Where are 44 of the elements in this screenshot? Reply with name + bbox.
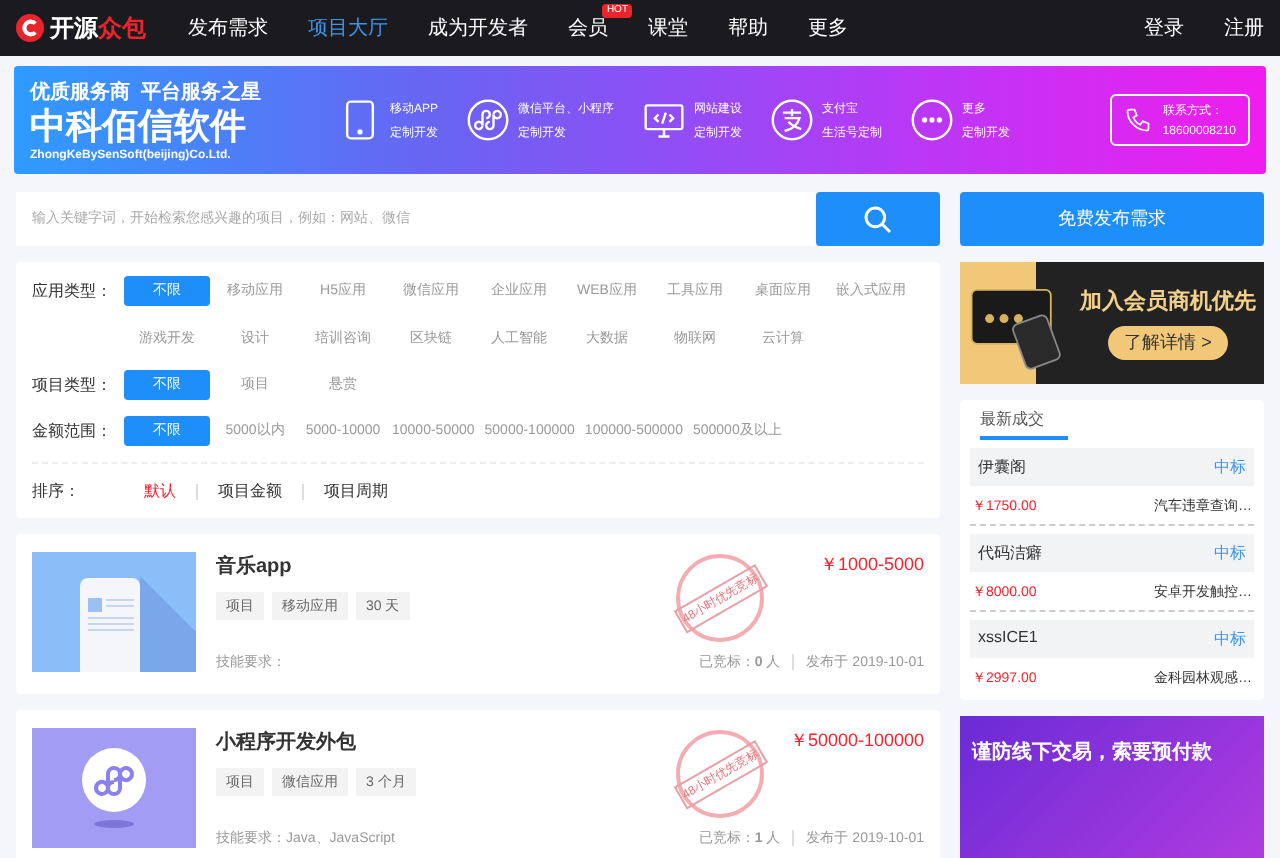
project-title[interactable]: 音乐app	[216, 552, 644, 580]
winner-name: 代码洁癖	[978, 542, 1042, 564]
search-icon	[862, 203, 894, 235]
alipay-circle-icon	[770, 98, 815, 142]
auth-link[interactable]: 登录	[1144, 14, 1184, 42]
sort-option[interactable]: 项目周期	[324, 480, 388, 502]
winner-name: 伊囊阁	[978, 456, 1026, 478]
warning-headline: 谨防线下交易，索要预付款	[972, 742, 1212, 764]
search-button[interactable]	[816, 192, 940, 246]
filter-label: 金额范围：	[32, 420, 114, 444]
company-name: 中科佰信软件	[30, 106, 248, 149]
nav-link[interactable]: 项目大厅	[308, 14, 388, 42]
logo-text[interactable]: 开源众包	[50, 11, 146, 45]
nav-link[interactable]: 发布需求	[188, 14, 268, 42]
winner-name: xssICE1	[978, 628, 1038, 650]
project-price: ￥1000-5000	[819, 552, 924, 578]
sort-label: 排序：	[32, 480, 82, 504]
sort-option[interactable]: 默认	[144, 480, 176, 502]
logo-icon	[16, 14, 44, 42]
nav-link[interactable]: 成为开发者	[428, 14, 528, 42]
link-circle-icon	[466, 98, 511, 142]
learn-more-button[interactable]: 了解详情 >	[1108, 326, 1228, 360]
auth-link[interactable]: 注册	[1224, 14, 1264, 42]
phone-handset-icon	[1124, 106, 1153, 134]
nav-link[interactable]: 帮助	[728, 14, 768, 42]
deals-tab[interactable]: 最新成交	[980, 408, 1068, 440]
publish-request-button[interactable]: 免费发布需求	[960, 192, 1264, 246]
nav-link[interactable]: 更多	[808, 14, 848, 42]
nav-link[interactable]: 会员	[568, 14, 608, 42]
filter-label: 应用类型：	[32, 280, 114, 304]
more-circle-icon	[910, 98, 955, 142]
project-price: ￥50000-100000	[789, 728, 924, 754]
warning-ad-banner[interactable]: 谨防线下交易，索要预付款	[960, 716, 1264, 858]
membership-headline: 加入会员商机优先	[1080, 286, 1256, 316]
deal-status: 中标	[1214, 542, 1246, 564]
banner-slogan: 优质服务商 平台服务之星	[30, 78, 264, 107]
monitor-code-icon	[642, 98, 687, 142]
membership-ad-banner[interactable]: 加入会员商机优先 了解详情 >	[960, 262, 1264, 384]
deal-status: 中标	[1214, 628, 1246, 650]
deal-status: 中标	[1214, 456, 1246, 478]
filter-label: 项目类型：	[32, 374, 114, 398]
sort-option[interactable]: 项目金额	[218, 480, 282, 502]
project-title[interactable]: 小程序开发外包	[216, 728, 644, 756]
nav-link[interactable]: 课堂	[648, 14, 688, 42]
